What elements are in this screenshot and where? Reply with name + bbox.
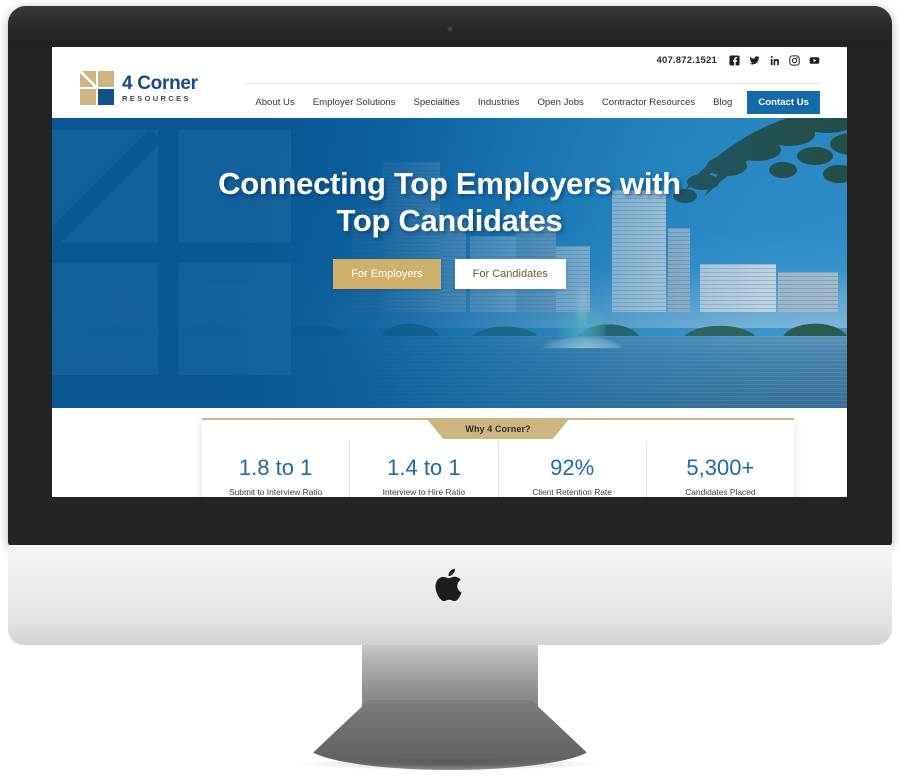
why-4-corner-tab: Why 4 Corner? [426, 418, 570, 439]
for-candidates-button[interactable]: For Candidates [454, 259, 566, 290]
hero-headline-line1: Connecting Top Employers with [218, 166, 681, 201]
stats-section: Why 4 Corner? 1.8 to 1 Submit to Intervi… [202, 418, 794, 497]
stat-value: 5,300+ [686, 455, 755, 481]
logo-cell-top-right [98, 71, 114, 87]
stat-client-retention: 92% Client Retention Rate [499, 441, 647, 497]
stat-value: 92% [550, 455, 595, 481]
facebook-icon[interactable] [729, 55, 740, 66]
logo-cell-bottom-right [98, 89, 114, 105]
for-employers-button[interactable]: For Employers [333, 259, 441, 290]
webcam-icon [447, 26, 453, 32]
site-header: 4 Corner RESOURCES About Us Employer Sol… [52, 71, 847, 118]
nav-contact-us-button[interactable]: Contact Us [747, 91, 820, 114]
why-4-corner-label: Why 4 Corner? [465, 423, 531, 434]
stat-value: 1.4 to 1 [387, 455, 461, 481]
stat-label: Client Retention Rate [532, 486, 612, 497]
brand-tagline: RESOURCES [122, 93, 191, 103]
stat-label: Interview to Hire Ratio [382, 486, 466, 497]
hero-cta-group: For Employers For Candidates [52, 259, 847, 290]
hero-headline-line2: Top Candidates [336, 202, 563, 238]
instagram-icon[interactable] [789, 55, 800, 66]
logo-mark-icon [80, 71, 114, 105]
stat-label: Candidates Placed [685, 486, 756, 497]
phone-number[interactable]: 407.872.1521 [656, 55, 717, 66]
stand-shadow [298, 758, 602, 770]
nav-item-contractor-resources[interactable]: Contractor Resources [593, 92, 704, 113]
stat-value: 1.8 to 1 [238, 455, 313, 481]
imac-mockup: 407.872.1521 4 Corner RESOURCES About Us… [0, 0, 900, 784]
logo-cell-bottom-left [80, 89, 96, 105]
nav-item-specialties[interactable]: Specialties [404, 92, 468, 113]
brand-name: 4 Corner [122, 72, 198, 94]
linkedin-icon[interactable] [769, 55, 780, 66]
nav-item-blog[interactable]: Blog [704, 92, 741, 113]
youtube-icon[interactable] [809, 55, 820, 66]
brand-wordmark: 4 Corner RESOURCES [122, 74, 198, 103]
hero-headline: Connecting Top Employers with Top Candid… [190, 166, 710, 239]
main-nav: About Us Employer Solutions Specialties … [246, 91, 820, 114]
nav-item-about-us[interactable]: About Us [246, 92, 303, 113]
nav-item-industries[interactable]: Industries [469, 92, 529, 113]
apple-logo-icon [435, 568, 462, 602]
hero-content: Connecting Top Employers with Top Candid… [52, 166, 847, 290]
stat-candidates-placed: 5,300+ Candidates Placed [647, 441, 794, 497]
hero-section: Connecting Top Employers with Top Candid… [52, 118, 847, 408]
screen-viewport: 407.872.1521 4 Corner RESOURCES About Us… [52, 47, 847, 497]
nav-divider [246, 83, 820, 84]
logo-cell-top-left [80, 71, 96, 87]
nav-wrapper: About Us Employer Solutions Specialties … [246, 74, 820, 114]
stat-interview-to-hire: 1.4 to 1 Interview to Hire Ratio [350, 441, 499, 497]
twitter-icon[interactable] [749, 55, 760, 66]
stat-label: Submit to Interview Ratio [229, 486, 323, 497]
social-links [729, 55, 820, 66]
nav-item-open-jobs[interactable]: Open Jobs [528, 92, 592, 113]
utility-bar: 407.872.1521 [52, 47, 847, 74]
brand-logo[interactable]: 4 Corner RESOURCES [80, 71, 198, 105]
stat-submit-to-interview: 1.8 to 1 Submit to Interview Ratio [202, 441, 351, 497]
nav-item-employer-solutions[interactable]: Employer Solutions [304, 92, 405, 113]
